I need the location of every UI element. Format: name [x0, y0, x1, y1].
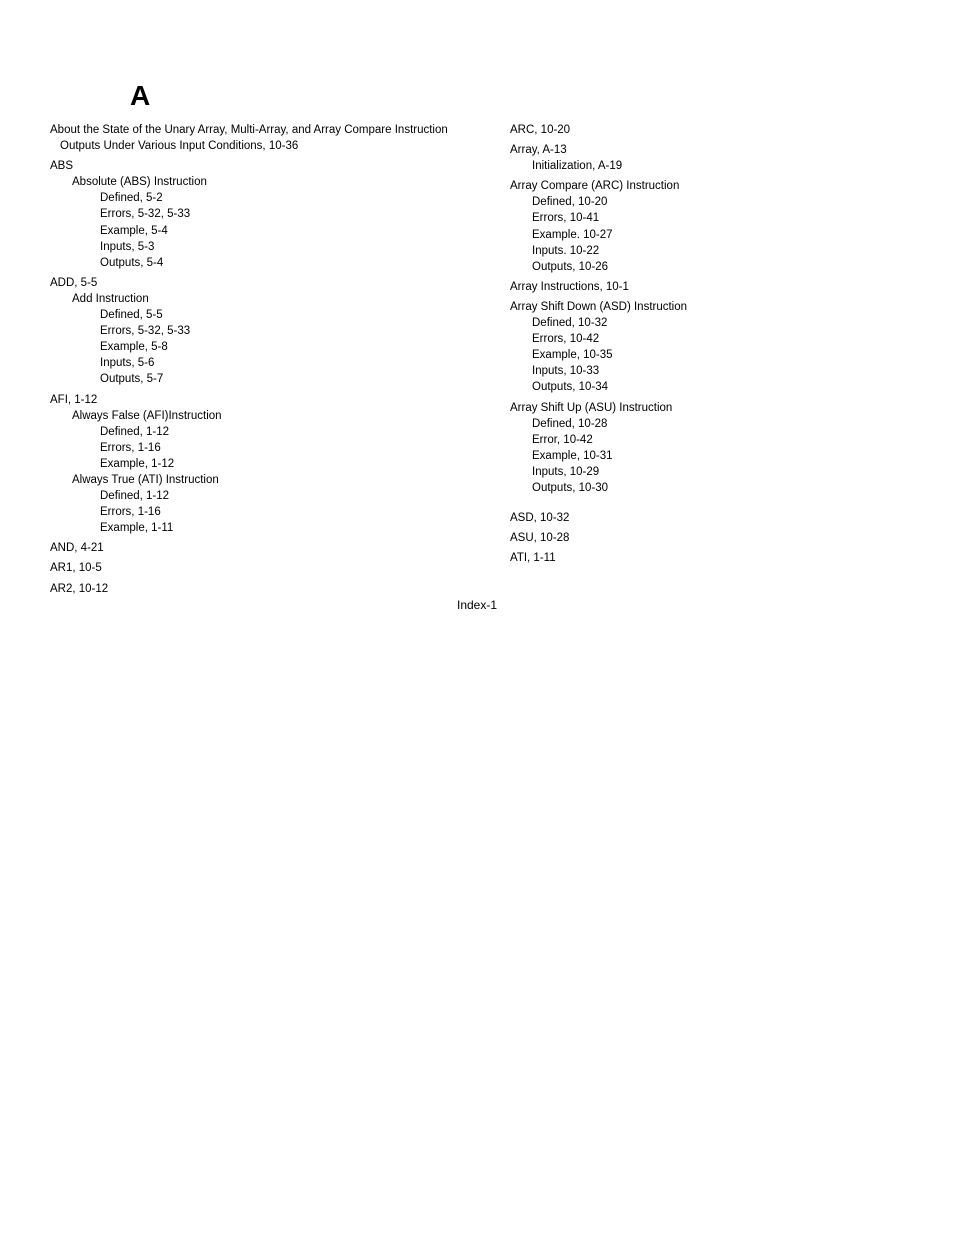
index-entry: Array Shift Up (ASU) Instruction: [510, 400, 890, 416]
index-subsubentry: Outputs, 5-7: [100, 371, 470, 387]
index-subsubentry: Inputs, 5-3: [100, 239, 470, 255]
index-subsubentry: Errors, 5-32, 5-33: [100, 323, 470, 339]
index-entry: Array Shift Down (ASD) Instruction: [510, 299, 890, 315]
index-subsubentry: Defined, 1-12: [100, 424, 470, 440]
index-subsubentry: Inputs, 5-6: [100, 355, 470, 371]
section-letter: A: [130, 80, 904, 112]
index-subsubentry: Defined, 5-2: [100, 190, 470, 206]
index-subsubentry: Outputs, 5-4: [100, 255, 470, 271]
index-subsubentry: Example, 1-12: [100, 456, 470, 472]
index-subsubentry: Example, 5-8: [100, 339, 470, 355]
index-entry: ASU, 10-28: [510, 530, 890, 546]
index-page: A About the State of the Unary Array, Mu…: [0, 0, 954, 597]
index-entry: AFI, 1-12: [50, 392, 470, 408]
index-subentry: Error, 10-42: [532, 432, 890, 448]
index-subsubentry: Defined, 5-5: [100, 307, 470, 323]
page-footer: Index-1: [0, 598, 954, 612]
index-entry: ABS: [50, 158, 470, 174]
right-column: ARC, 10-20 Array, A-13 Initialization, A…: [510, 120, 890, 597]
index-subentry: Example. 10-27: [532, 227, 890, 243]
index-subentry: Inputs, 10-33: [532, 363, 890, 379]
index-entry: ADD, 5-5: [50, 275, 470, 291]
index-subentry: Example, 10-35: [532, 347, 890, 363]
index-subentry: Inputs, 10-29: [532, 464, 890, 480]
index-subentry: Always False (AFI)Instruction: [72, 408, 470, 424]
index-entry: Array Compare (ARC) Instruction: [510, 178, 890, 194]
index-entry: ASD, 10-32: [510, 510, 890, 526]
index-entry: AR1, 10-5: [50, 560, 470, 576]
index-subentry: Always True (ATI) Instruction: [72, 472, 470, 488]
index-subentry: Absolute (ABS) Instruction: [72, 174, 470, 190]
index-entry: ARC, 10-20: [510, 122, 890, 138]
left-column: About the State of the Unary Array, Mult…: [50, 120, 470, 597]
index-entry: AR2, 10-12: [50, 581, 470, 597]
index-subentry: Initialization, A-19: [532, 158, 890, 174]
index-columns: About the State of the Unary Array, Mult…: [50, 120, 904, 597]
index-entry: About the State of the Unary Array, Mult…: [50, 122, 470, 154]
index-subentry: Inputs. 10-22: [532, 243, 890, 259]
index-subsubentry: Errors, 1-16: [100, 440, 470, 456]
index-subsubentry: Example, 5-4: [100, 223, 470, 239]
index-subentry: Example, 10-31: [532, 448, 890, 464]
index-entry: Array, A-13: [510, 142, 890, 158]
index-subentry: Outputs, 10-34: [532, 379, 890, 395]
index-subentry: Defined, 10-28: [532, 416, 890, 432]
index-subentry: Defined, 10-20: [532, 194, 890, 210]
index-entry: AND, 4-21: [50, 540, 470, 556]
index-subentry: Outputs, 10-26: [532, 259, 890, 275]
index-subentry: Errors, 10-42: [532, 331, 890, 347]
index-subsubentry: Errors, 5-32, 5-33: [100, 206, 470, 222]
index-subsubentry: Errors, 1-16: [100, 504, 470, 520]
index-subentry: Errors, 10-41: [532, 210, 890, 226]
index-subsubentry: Defined, 1-12: [100, 488, 470, 504]
index-entry: ATI, 1-11: [510, 550, 890, 566]
index-subentry: Outputs, 10-30: [532, 480, 890, 496]
index-subsubentry: Example, 1-11: [100, 520, 470, 536]
index-subentry: Defined, 10-32: [532, 315, 890, 331]
index-subentry: Add Instruction: [72, 291, 470, 307]
index-entry: Array Instructions, 10-1: [510, 279, 890, 295]
